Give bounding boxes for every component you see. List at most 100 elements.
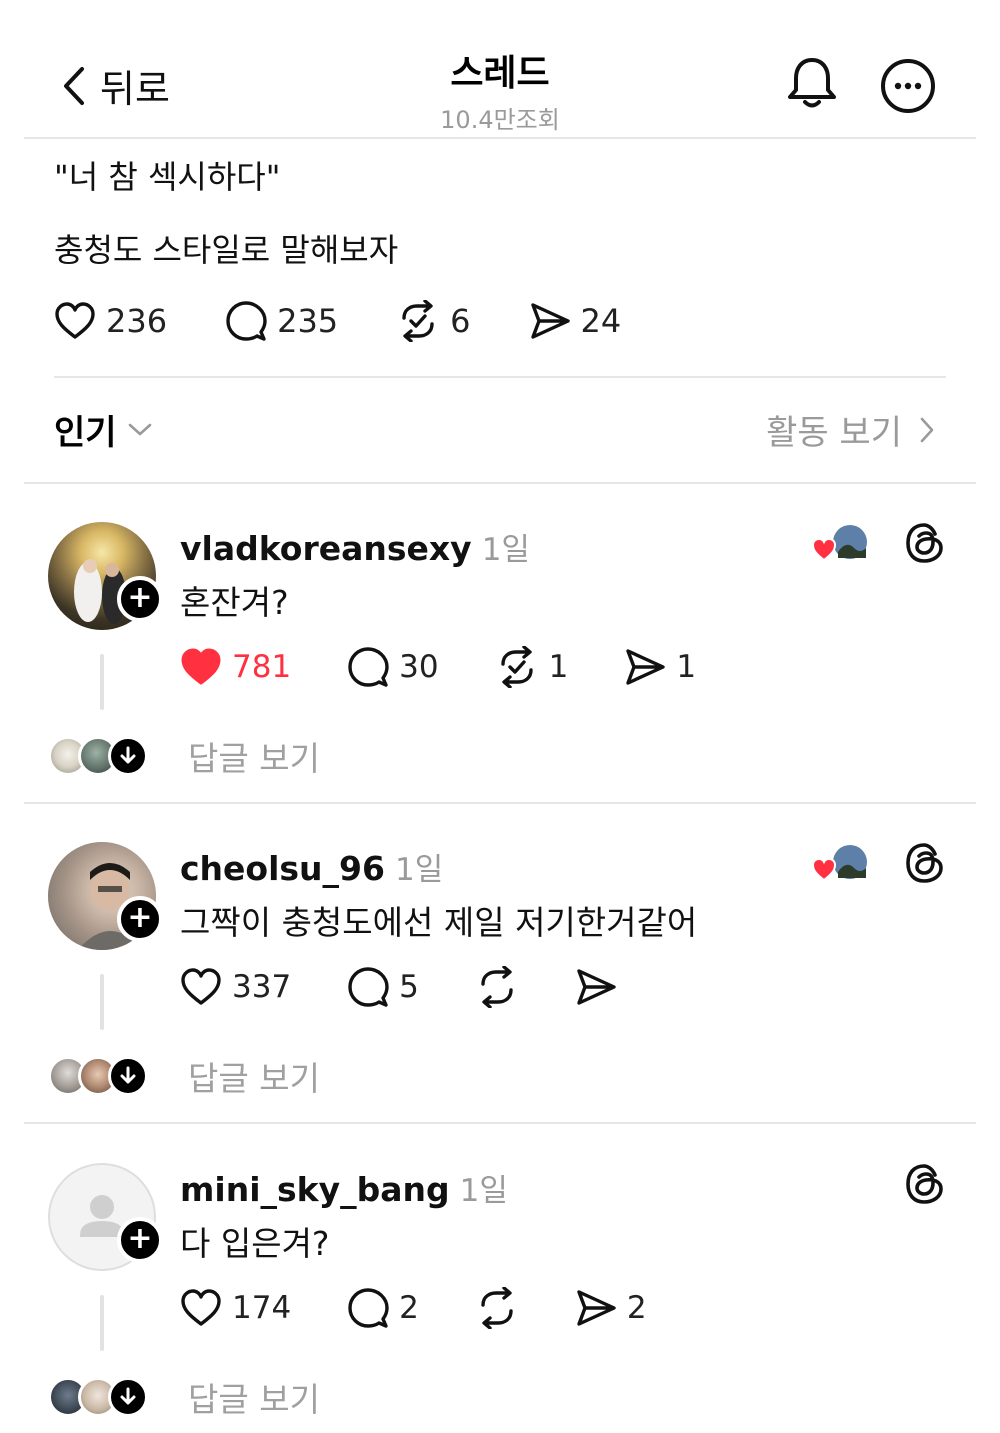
threads-icon[interactable] bbox=[902, 1161, 948, 1207]
comment-share-button[interactable]: 2 bbox=[575, 1288, 647, 1328]
comment-like-button[interactable]: 337 bbox=[180, 967, 291, 1007]
comment-repost-button[interactable] bbox=[475, 1287, 519, 1329]
comment-text: 다 입은겨? bbox=[180, 1224, 330, 1263]
post-repost-count: 6 bbox=[450, 302, 471, 340]
comment-share-count: 1 bbox=[676, 649, 697, 685]
author-liked-icon bbox=[811, 525, 867, 562]
send-icon bbox=[577, 969, 616, 1005]
comment-share-button[interactable] bbox=[575, 967, 617, 1007]
view-replies-button[interactable]: 답글 보기 bbox=[48, 732, 320, 780]
comment-reply-count: 30 bbox=[399, 649, 439, 685]
comment-username[interactable]: cheolsu_96 1일 bbox=[180, 844, 443, 889]
post-actions: 236 235 6 24 bbox=[54, 300, 621, 342]
view-activity-link[interactable]: 활동 보기 bbox=[766, 405, 936, 454]
arrow-down-icon bbox=[108, 1377, 148, 1417]
more-circle-icon bbox=[881, 59, 935, 113]
threads-logo-icon bbox=[906, 1164, 943, 1204]
repost-icon bbox=[481, 966, 513, 1008]
comment-item: + vladkoreansexy 1일 혼잔겨? 781 30 1 1 답글 보… bbox=[0, 484, 1000, 804]
post-text-line-1: "너 참 섹시하다" bbox=[54, 158, 281, 196]
heart-icon bbox=[181, 1289, 221, 1326]
notifications-button[interactable] bbox=[782, 52, 842, 112]
chevron-down-icon bbox=[128, 423, 151, 435]
send-icon bbox=[530, 303, 570, 339]
comment-actions: 781 30 1 1 bbox=[180, 646, 696, 688]
follow-button[interactable]: + bbox=[117, 576, 163, 622]
comment-repost-count: 1 bbox=[548, 649, 569, 685]
threads-logo-icon bbox=[906, 843, 943, 883]
thread-line bbox=[100, 974, 104, 1030]
comment-bubble-icon bbox=[348, 967, 389, 1007]
view-replies-label: 답글 보기 bbox=[188, 1059, 320, 1098]
threads-icon[interactable] bbox=[902, 840, 948, 886]
comment-reply-button[interactable]: 5 bbox=[347, 966, 419, 1008]
thread-line bbox=[100, 654, 104, 710]
view-count: 10.4만조회 bbox=[440, 106, 560, 134]
view-replies-label: 답글 보기 bbox=[188, 739, 320, 778]
comment-item: + mini_sky_bang 1일 다 입은겨? 174 2 2 답글 보기 bbox=[0, 1125, 1000, 1433]
post-share-button[interactable]: 24 bbox=[529, 301, 621, 341]
heart-filled-icon bbox=[181, 648, 221, 685]
comment-share-count: 2 bbox=[626, 1290, 647, 1326]
header-divider bbox=[24, 137, 976, 139]
comment-like-count: 337 bbox=[232, 969, 292, 1005]
comment-username-text: cheolsu_96 bbox=[180, 849, 385, 888]
post-text-line-2: 충청도 스타일로 말해보자 bbox=[54, 231, 399, 269]
author-liked-icon bbox=[811, 845, 867, 882]
comment-username-text: vladkoreansexy bbox=[180, 529, 472, 568]
send-icon bbox=[626, 649, 666, 685]
comment-reply-count: 2 bbox=[399, 1290, 419, 1326]
repost-checked-icon bbox=[500, 646, 533, 688]
comment-reply-count: 5 bbox=[399, 969, 419, 1005]
post-comment-button[interactable]: 235 bbox=[225, 300, 338, 342]
bell-icon bbox=[788, 58, 836, 108]
heart-icon bbox=[55, 302, 95, 339]
comment-bubble-icon bbox=[348, 1288, 389, 1328]
comment-actions: 174 2 2 bbox=[180, 1287, 647, 1329]
send-icon bbox=[577, 1290, 616, 1326]
liked-by-author-badge bbox=[811, 522, 874, 566]
comment-username[interactable]: mini_sky_bang 1일 bbox=[180, 1165, 508, 1210]
comment-repost-button[interactable]: 1 bbox=[495, 646, 569, 688]
post-repost-button[interactable]: 6 bbox=[396, 300, 471, 342]
threads-logo-icon bbox=[906, 523, 943, 563]
repost-icon bbox=[481, 1287, 513, 1329]
more-options-button[interactable] bbox=[878, 56, 938, 116]
comment-bubble-icon bbox=[226, 301, 267, 341]
follow-button[interactable]: + bbox=[117, 896, 163, 942]
arrow-down-icon bbox=[108, 736, 148, 776]
comment-repost-button[interactable] bbox=[475, 966, 519, 1008]
threads-icon[interactable] bbox=[902, 520, 948, 566]
comment-username[interactable]: vladkoreansexy 1일 bbox=[180, 524, 530, 569]
top-bar: 뒤로 스레드 10.4만조회 bbox=[0, 0, 1000, 138]
comment-reply-button[interactable]: 30 bbox=[347, 646, 439, 688]
view-activity-label: 활동 보기 bbox=[766, 413, 902, 453]
comment-reply-button[interactable]: 2 bbox=[347, 1287, 419, 1329]
view-replies-button[interactable]: 답글 보기 bbox=[48, 1373, 320, 1421]
sort-dropdown[interactable]: 인기 bbox=[54, 405, 153, 454]
comment-item: + cheolsu_96 1일 그짝이 충청도에선 제일 저기한거같어 337 5 bbox=[0, 804, 1000, 1124]
comment-like-button[interactable]: 174 bbox=[180, 1288, 291, 1328]
comment-like-count: 781 bbox=[232, 649, 292, 685]
post-like-button[interactable]: 236 bbox=[54, 301, 167, 341]
view-replies-label: 답글 보기 bbox=[188, 1380, 320, 1419]
title-block: 스레드 10.4만조회 bbox=[0, 44, 1000, 135]
chevron-right-icon bbox=[920, 417, 934, 442]
thread-line bbox=[100, 1295, 104, 1351]
heart-icon bbox=[181, 968, 221, 1005]
view-replies-button[interactable]: 답글 보기 bbox=[48, 1052, 320, 1100]
comment-time: 1일 bbox=[459, 1173, 508, 1209]
sort-label: 인기 bbox=[54, 413, 117, 453]
page-title: 스레드 bbox=[450, 53, 550, 94]
comment-time: 1일 bbox=[394, 852, 444, 888]
comment-like-button[interactable]: 781 bbox=[180, 647, 291, 687]
comment-share-button[interactable]: 1 bbox=[624, 647, 696, 687]
comment-time: 1일 bbox=[481, 532, 530, 568]
comment-username-text: mini_sky_bang bbox=[180, 1170, 450, 1209]
arrow-down-icon bbox=[108, 1056, 148, 1096]
comment-divider bbox=[24, 1122, 976, 1124]
repost-icon bbox=[402, 300, 434, 342]
comment-text: 혼잔겨? bbox=[180, 583, 289, 622]
post-like-count: 236 bbox=[106, 302, 168, 340]
follow-button[interactable]: + bbox=[117, 1217, 163, 1263]
